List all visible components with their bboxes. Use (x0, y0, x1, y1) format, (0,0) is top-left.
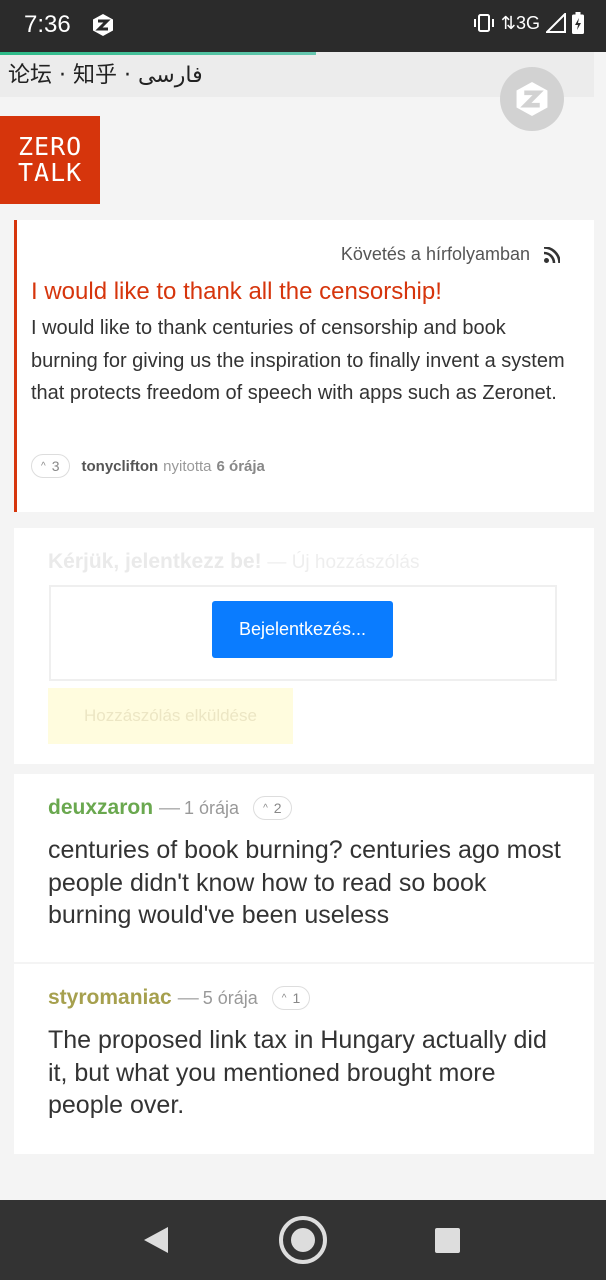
logo-line-1: ZERO (18, 132, 83, 161)
follow-in-feed-link[interactable]: Követés a hírfolyamban (341, 244, 560, 265)
comment-form: Kérjük, jelentkezz be! — Új hozzászólás … (14, 528, 594, 764)
zeronet-menu-button[interactable] (500, 67, 564, 131)
vote-count: 3 (51, 458, 60, 474)
vibrate-icon (473, 14, 494, 32)
comment-upvote-button[interactable]: ^ 2 (253, 796, 292, 820)
comment-text: centuries of book burning? centuries ago… (48, 836, 561, 929)
language-links[interactable]: 论坛 · 知乎 · فارسی (8, 57, 203, 89)
network-type: ⇅3G (500, 12, 540, 33)
submit-comment-button[interactable]: Hozzászólás elküldése (48, 688, 293, 744)
rss-icon (544, 246, 560, 263)
comment-author[interactable]: deuxzaron (48, 796, 153, 820)
login-button[interactable]: Bejelentkezés... (212, 601, 393, 658)
topic-body: I would like to thank centuries of censo… (31, 317, 565, 404)
separator-dash: — (177, 986, 199, 1009)
topic-time: 6 órája (216, 457, 265, 475)
comment-item: styromaniac — 5 órája ^ 1 The proposed l… (14, 964, 594, 1154)
battery-icon (572, 12, 584, 34)
home-icon[interactable] (279, 1216, 327, 1264)
upvote-arrow-icon: ^ (263, 802, 268, 814)
zeronet-notification-icon (93, 14, 113, 36)
topic-verb: nyitotta (163, 457, 212, 475)
upvote-arrow-icon: ^ (281, 992, 287, 1004)
comment-time: 5 órája (202, 987, 258, 1008)
comment-header: styromaniac — 5 órája ^ 1 (48, 986, 311, 1010)
comment-form-heading: Kérjük, jelentkezz be! — Új hozzászólás (48, 550, 420, 573)
comment-upvote-button[interactable]: ^ 1 (271, 986, 311, 1010)
upvote-arrow-icon: ^ (41, 460, 46, 472)
comment-time: 1 órája (184, 797, 240, 818)
signal-icon (546, 13, 566, 33)
zerotalk-logo[interactable]: ZERO TALK (0, 116, 100, 204)
comment-header: deuxzaron — 1 órája ^ 2 (48, 796, 292, 820)
upvote-button[interactable]: ^ 3 (31, 454, 70, 478)
android-nav-bar (0, 1200, 606, 1280)
comment-text: The proposed link tax in Hungary actuall… (48, 1026, 547, 1119)
comment-vote-count: 2 (273, 800, 282, 816)
recent-apps-icon[interactable] (435, 1228, 460, 1253)
topic-meta: ^ 3 tonyclifton nyitotta 6 órája (31, 454, 265, 478)
status-bar: 7:36 ⇅3G (0, 0, 606, 52)
zeronet-logo-icon (516, 82, 548, 116)
comment-author[interactable]: styromaniac (48, 986, 172, 1010)
comment-item: deuxzaron — 1 órája ^ 2 centuries of boo… (14, 774, 594, 962)
topic-title[interactable]: I would like to thank all the censorship… (31, 278, 442, 306)
comment-vote-count: 1 (292, 990, 301, 1006)
logo-line-2: TALK (18, 158, 83, 187)
topic-author[interactable]: tonyclifton (82, 458, 159, 475)
topic-card: Követés a hírfolyamban I would like to t… (14, 220, 594, 512)
status-icons: ⇅3G (473, 12, 584, 34)
separator-dash: — (159, 796, 181, 819)
loading-progress-bar (0, 52, 316, 55)
status-time: 7:36 (24, 11, 71, 38)
back-icon[interactable] (144, 1227, 168, 1253)
follow-label: Követés a hírfolyamban (340, 244, 530, 264)
